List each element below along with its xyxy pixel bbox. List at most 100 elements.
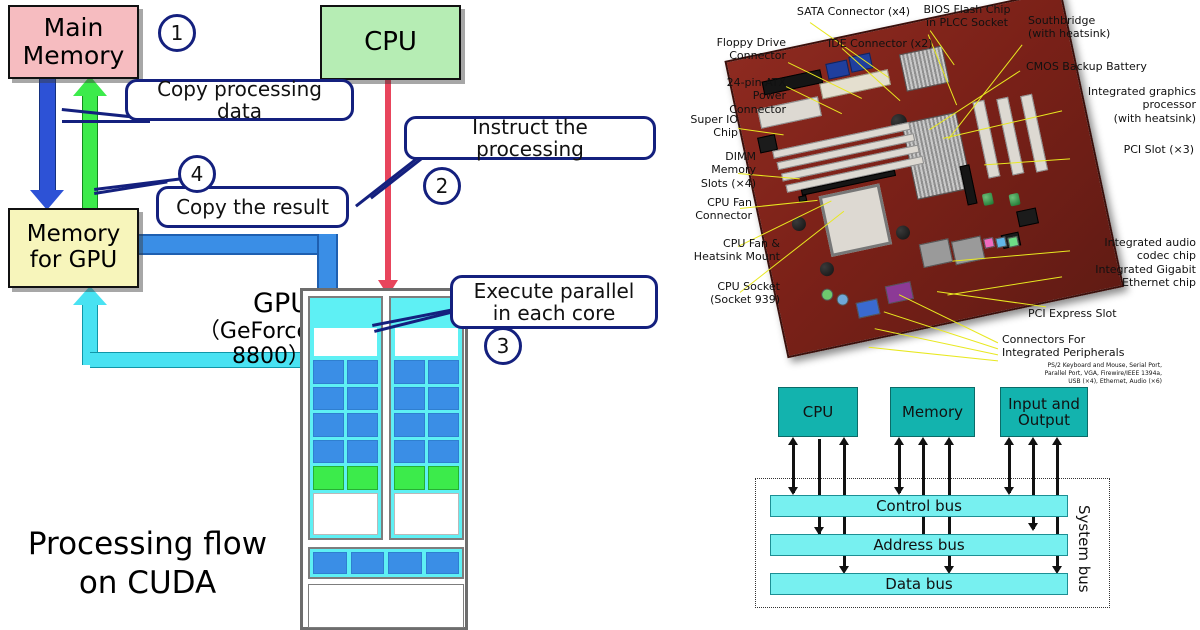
io-data-arrow-up (1052, 437, 1062, 445)
core-cell-active (428, 466, 459, 490)
label-ide-connector: IDE Connector (x2) (828, 37, 948, 50)
label-line: codec chip (1136, 249, 1196, 263)
audio-jack-part (995, 236, 1008, 249)
core-cell (394, 360, 425, 384)
label-line: Connectors For (1002, 333, 1086, 346)
audio-jack-part (983, 236, 995, 249)
label-dimm-slots: DIMM Memory Slots (×4) (690, 150, 756, 190)
label-sata-connector: SATA Connector (x4) (770, 5, 910, 18)
core-cell (428, 360, 459, 384)
gpu-core-columns (308, 296, 464, 540)
diagram-title-line1: Processing flow (27, 526, 268, 562)
control-bus-label: Control bus (876, 497, 962, 515)
interface-cell (350, 552, 384, 574)
label-cmos-battery: CMOS Backup Battery (1026, 60, 1186, 73)
core-cache-slot (313, 493, 378, 535)
callout-2-text: Instruct the processing (472, 114, 588, 161)
callout-instruct-the-processing: Instruct the processing (404, 114, 656, 161)
core-cell (428, 439, 459, 464)
cpu-control-bus-line (792, 443, 795, 493)
core-cell (347, 439, 378, 464)
ps2-mouse-port-part (820, 287, 835, 302)
label-line: Integrated audio (1104, 236, 1196, 249)
label-line: Connector (729, 49, 786, 63)
gpu-core-column (389, 296, 464, 540)
label-line: CMOS Backup Battery (1026, 60, 1147, 73)
memory-control-arrow-down (894, 487, 904, 495)
cpu-address-bus-line (818, 439, 821, 535)
gpu-memory-block: Memory for GPU (8, 208, 139, 288)
label-line: Ethernet chip (1122, 276, 1196, 290)
main-memory-to-gpu-memory-arrow (39, 79, 56, 193)
callout-1-text: Copy processing data (157, 76, 322, 123)
label-line: (Socket 939) (710, 293, 780, 307)
core-top-bar (313, 301, 378, 327)
label-line: Heatsink Mount (693, 250, 780, 264)
io-control-bus-line (1008, 443, 1011, 493)
gpu-chip (300, 288, 468, 630)
bus-node-io-label-line1: Input and (1008, 394, 1080, 413)
gpu-memory-label-line2: for GPU (29, 247, 118, 273)
cpu-label: CPU (364, 26, 417, 57)
label-line: Floppy Drive (716, 36, 786, 49)
fineprint-line: PS/2 Keyboard and Mouse, Serial Port, (1047, 362, 1162, 369)
core-cell (394, 439, 425, 464)
core-scheduler-slot (313, 327, 378, 357)
step-number-3: 3 (484, 327, 522, 365)
gpu-memory-to-main-memory-arrowhead (73, 76, 107, 96)
vga-port-part (855, 298, 881, 319)
label-super-io: Super IO Chip (690, 113, 738, 140)
cpu-block: CPU (320, 5, 461, 80)
core-cell (313, 413, 344, 437)
address-bus-bar: Address bus (770, 534, 1068, 556)
cpu-data-arrow-up (839, 437, 849, 445)
interface-cell (313, 552, 347, 574)
main-memory-label-line1: Main (43, 13, 104, 42)
core-cell (347, 413, 378, 437)
label-line: in PLCC Socket (926, 16, 1008, 30)
label-line: PCI Slot (×3) (1123, 143, 1194, 156)
io-address-arrow-down (1028, 523, 1038, 531)
core-cell (347, 360, 378, 384)
bus-node-memory-label: Memory (901, 402, 963, 421)
io-address-arrow-up (1028, 437, 1038, 445)
main-memory-label-line2: Memory (22, 41, 125, 70)
label-line: processor (1142, 98, 1196, 112)
core-cell (394, 386, 425, 411)
callout-3-text-line2: in each core (492, 301, 616, 325)
step-4-label: 4 (190, 162, 204, 186)
label-line: (with heatsink) (1028, 27, 1111, 41)
motherboard-and-bus-panel: SATA Connector (x4) BIOS Flash Chip in P… (690, 0, 1200, 630)
core-cell-grid (394, 360, 459, 490)
gpu-label-line2: （GeForce 8800） (197, 319, 310, 370)
integrated-audio-codec-part (1016, 207, 1039, 228)
core-cell (313, 360, 344, 384)
pci-slot-part (972, 99, 1001, 179)
label-pci-express-slot: PCI Express Slot (1028, 307, 1158, 320)
gpu-memory-label-line1: Memory (26, 221, 121, 248)
memory-control-arrow-up (894, 437, 904, 445)
cpu-control-arrow-up (788, 437, 798, 445)
capacitor (894, 224, 912, 241)
step-1-label: 1 (170, 21, 184, 45)
core-scheduler-slot (394, 327, 459, 357)
label-cpu-fan-mount: CPU Fan & Heatsink Mount (690, 237, 780, 264)
core-cell-active (347, 466, 378, 490)
label-line: Integrated Peripherals (1002, 346, 1125, 360)
bus-node-memory: Memory (890, 387, 975, 437)
gpu-memory-interface-strip (308, 547, 464, 579)
step-number-1: 1 (158, 14, 196, 52)
label-line: (with heatsink) (1113, 111, 1196, 125)
core-cell-grid (313, 360, 378, 490)
label-pci-slot: PCI Slot (×3) (1076, 143, 1194, 156)
diagram-title: Processing flow on CUDA (10, 525, 285, 603)
bus-node-io-label-line2: Output (1017, 411, 1071, 429)
fineprint-line: Parallel Port, VGA, Firewire/IEEE 1394a, (1044, 369, 1162, 377)
label-line: 24-pin ATX Power (726, 76, 786, 103)
step-3-label: 3 (496, 334, 510, 358)
core-cell (428, 413, 459, 437)
label-atx-power: 24-pin ATX Power Connector (690, 76, 786, 116)
label-line: Super IO (690, 113, 738, 126)
step-number-4: 4 (178, 155, 216, 193)
label-line: CPU Fan & (723, 237, 780, 250)
